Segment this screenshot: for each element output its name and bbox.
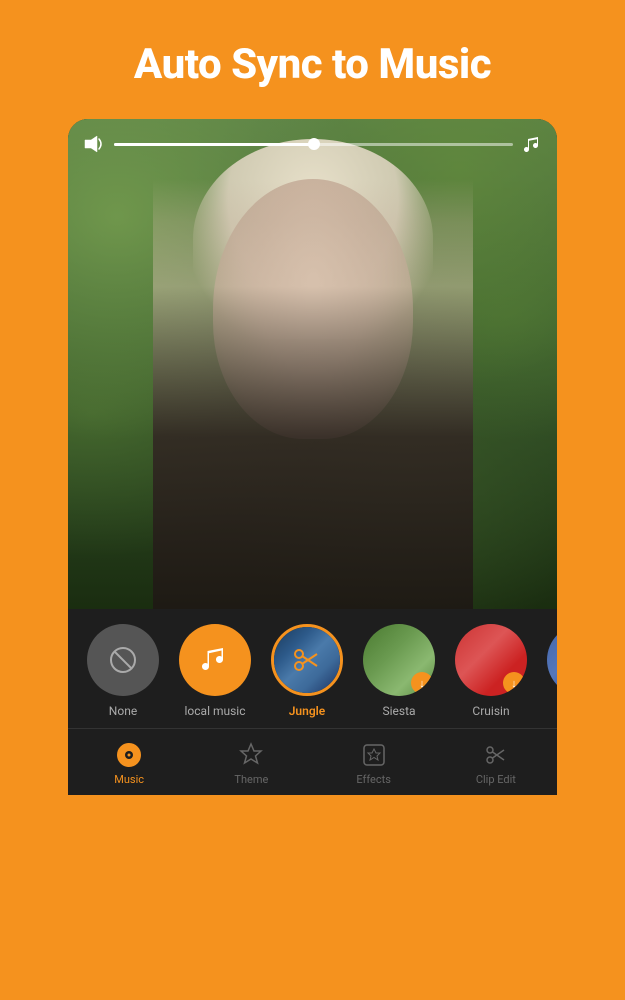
music-label-jungle: Jungle — [289, 704, 326, 718]
header: Auto Sync to Music — [0, 0, 625, 119]
theme-nav-icon — [237, 741, 265, 769]
person-body — [153, 179, 473, 609]
header-title: Auto Sync to Music — [30, 40, 595, 89]
app-container: Auto Sync to Music — [0, 0, 625, 1000]
nav-item-clip-edit[interactable]: Clip Edit — [435, 737, 557, 790]
music-item-none[interactable]: None — [83, 624, 163, 718]
nav-label-effects: Effects — [356, 773, 391, 786]
music-item-siesta[interactable]: ↓ Siesta — [359, 624, 439, 718]
music-note-icon — [523, 135, 541, 153]
nav-label-music: Music — [114, 773, 144, 786]
video-placeholder — [68, 119, 557, 609]
cruisin-download: ↓ — [503, 672, 525, 694]
nav-label-theme: Theme — [234, 773, 268, 786]
music-circle-none[interactable] — [87, 624, 159, 696]
siesta-download: ↓ — [411, 672, 433, 694]
music-nav-icon — [115, 741, 143, 769]
music-item-ju[interactable]: Ju — [543, 624, 557, 718]
music-panel: None local music — [68, 609, 557, 728]
progress-fill — [114, 143, 314, 146]
volume-icon — [84, 135, 104, 153]
nav-label-clip-edit: Clip Edit — [476, 773, 516, 786]
music-item-cruisin[interactable]: ↓ Cruisin — [451, 624, 531, 718]
effects-nav-icon — [360, 741, 388, 769]
clip-edit-nav-icon — [482, 741, 510, 769]
music-circle-siesta[interactable]: ↓ — [363, 624, 435, 696]
music-circle-local[interactable] — [179, 624, 251, 696]
music-circle-jungle[interactable] — [271, 624, 343, 696]
video-area — [68, 119, 557, 609]
player-controls — [84, 135, 541, 153]
music-label-cruisin: Cruisin — [472, 704, 509, 718]
nav-item-theme[interactable]: Theme — [190, 737, 312, 790]
music-label-none: None — [109, 704, 137, 718]
music-label-local: local music — [185, 704, 246, 718]
progress-thumb — [308, 138, 320, 150]
bottom-nav: Music Theme Effects — [68, 728, 557, 795]
nav-item-music[interactable]: Music — [68, 737, 190, 790]
nav-item-effects[interactable]: Effects — [313, 737, 435, 790]
music-circle-ju[interactable] — [547, 624, 557, 696]
music-scroll-container[interactable]: None local music — [68, 624, 557, 718]
music-label-siesta: Siesta — [382, 704, 415, 718]
music-item-jungle[interactable]: Jungle — [267, 624, 347, 718]
phone-container: None local music — [68, 119, 557, 795]
progress-track[interactable] — [114, 143, 513, 146]
music-circle-cruisin[interactable]: ↓ — [455, 624, 527, 696]
music-item-local[interactable]: local music — [175, 624, 255, 718]
